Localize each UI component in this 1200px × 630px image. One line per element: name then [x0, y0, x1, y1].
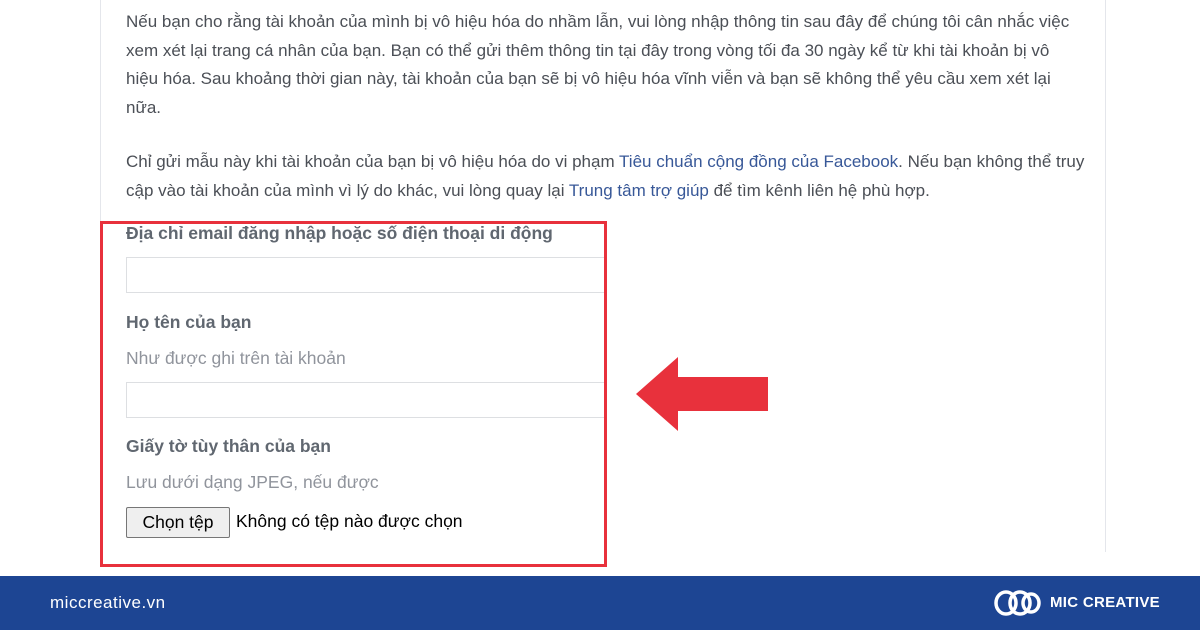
intro-text-2a: Chỉ gửi mẫu này khi tài khoản của bạn bị… [126, 152, 620, 171]
highlight-box [100, 221, 607, 567]
footer-bar: miccreative.vn MIC CREATIVE [0, 576, 1200, 630]
intro-paragraph-2: Chỉ gửi mẫu này khi tài khoản của bạn bị… [126, 148, 1086, 205]
intro-text-2c: để tìm kênh liên hệ phù hợp. [708, 180, 930, 200]
intro-text-1: Nếu bạn cho rằng tài khoản của mình bị v… [126, 12, 1070, 117]
left-arrow-icon [636, 357, 768, 431]
community-standards-link[interactable]: Tiêu chuẩn cộng đồng của Facebook [619, 152, 898, 171]
intro-paragraph-1: Nếu bạn cho rằng tài khoản của mình bị v… [126, 8, 1086, 122]
help-center-link[interactable]: Trung tâm trợ giúp [569, 181, 709, 200]
mic-creative-logo-icon [994, 590, 1041, 616]
footer-site-url: miccreative.vn [50, 593, 166, 612]
brand-name: MIC CREATIVE [1050, 594, 1160, 611]
